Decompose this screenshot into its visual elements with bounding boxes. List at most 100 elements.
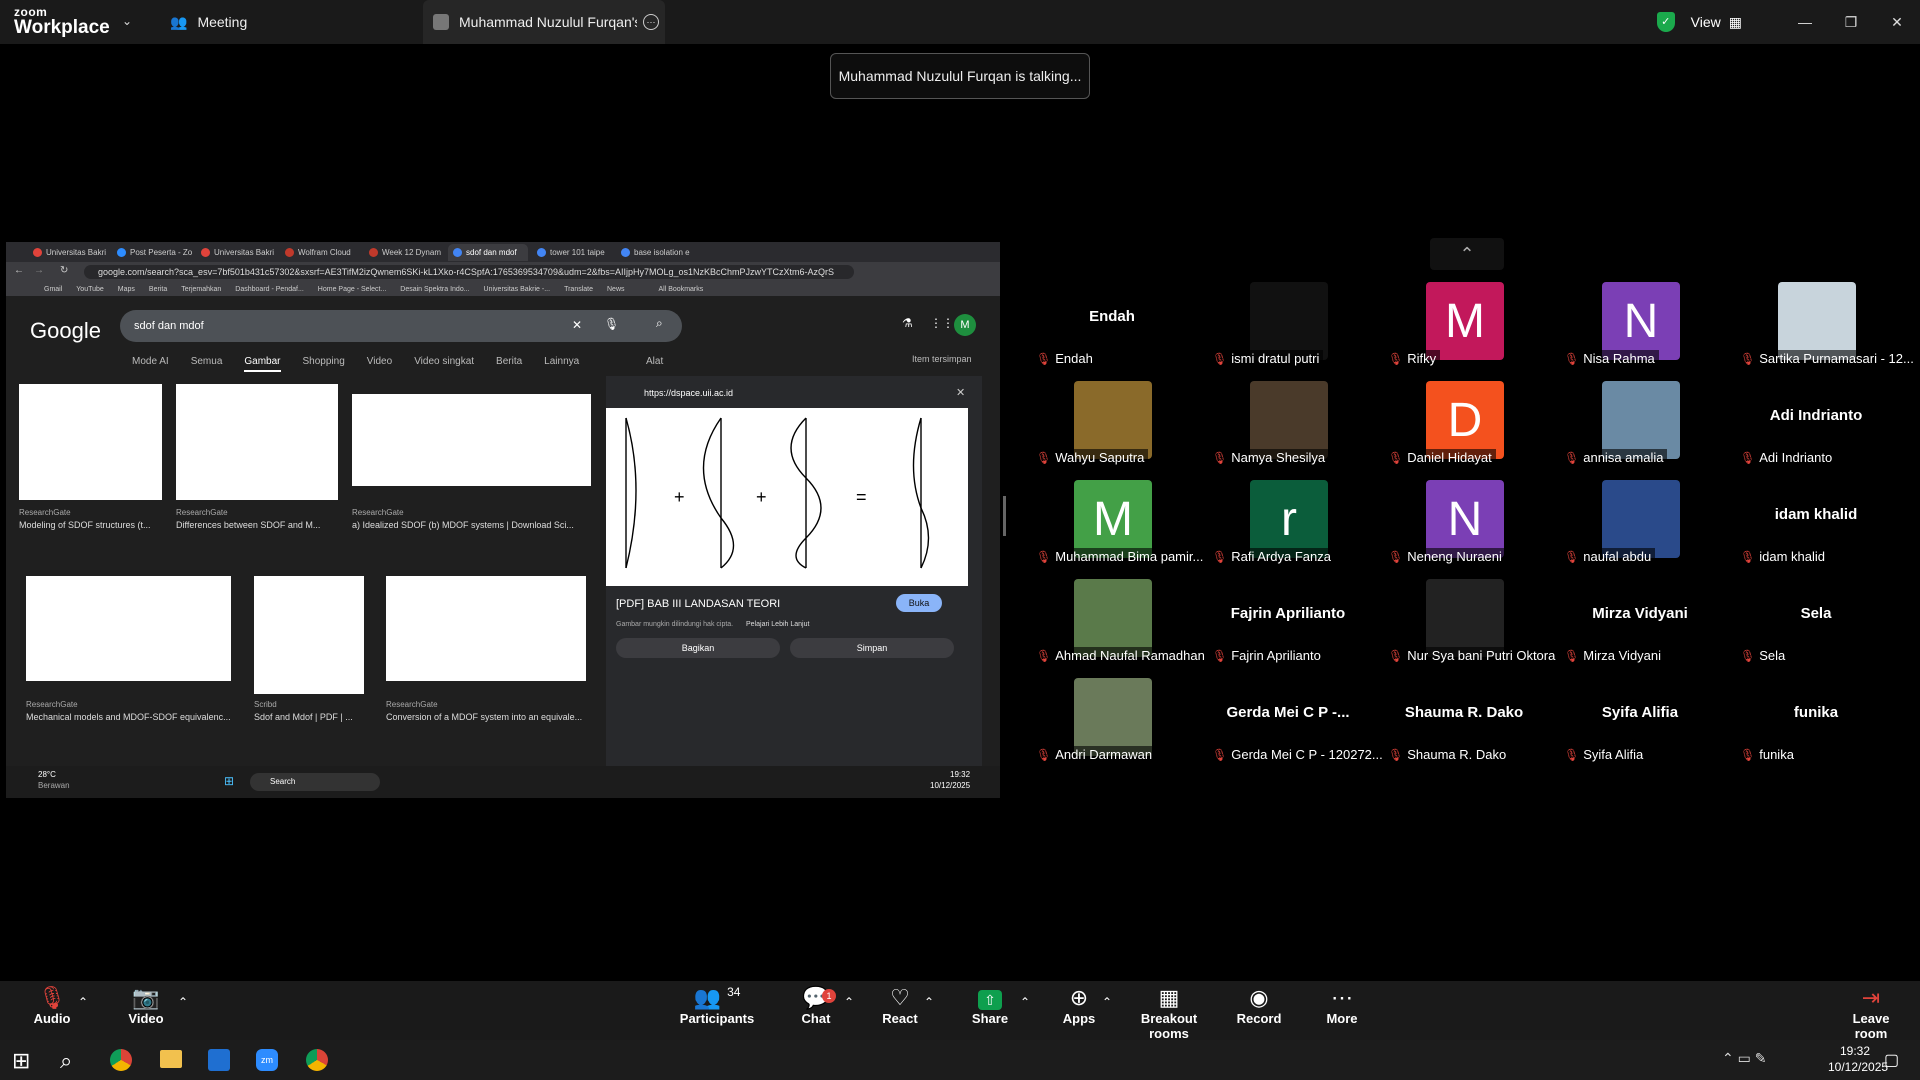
saved-items-link[interactable]: Item tersimpan [912,354,972,364]
browser-tab[interactable]: base isolation e [616,244,696,261]
participant-tile[interactable]: Shauma R. Dako 🎙 Shauma R. Dako [1384,678,1560,774]
bookmark-item[interactable]: All Bookmarks [659,286,704,293]
result-caption[interactable]: Mechanical models and MDOF-SDOF equivale… [26,712,256,722]
chevron-up-icon[interactable]: ⌃ [78,995,88,1009]
chevron-up-icon[interactable]: ⌃ [844,995,854,1009]
result-image[interactable] [254,576,364,694]
apps-grid-icon[interactable]: ⋮⋮ [930,316,954,330]
search-tab[interactable]: Berita [496,356,522,372]
result-source[interactable]: ResearchGate [19,508,71,517]
result-image[interactable] [386,576,586,681]
participant-tile[interactable]: Sela 🎙 Sela [1736,579,1912,675]
result-source[interactable]: ResearchGate [386,700,438,709]
preview-title[interactable]: [PDF] BAB III LANDASAN TEORI [616,598,780,610]
search-icon[interactable]: ⌕ [60,1048,72,1074]
result-source[interactable]: ResearchGate [352,508,404,517]
bookmark-item[interactable]: Berita [149,286,167,293]
system-tray[interactable]: ⌃ ▭ ✎ [1722,1050,1766,1067]
search-tab[interactable]: Video singkat [414,356,474,372]
participant-tile[interactable]: Endah 🎙 Endah [1032,282,1208,378]
participant-tile[interactable]: M 🎙 Muhammad Bima pamir... [1032,480,1208,576]
maximize-button[interactable]: ❐ [1828,14,1874,31]
chevron-up-icon[interactable]: ⌃ [178,995,188,1009]
browser-tab[interactable]: Wolfram Cloud [280,244,360,261]
video-button[interactable]: 📷 Video [124,981,168,1040]
participant-tile[interactable]: 🎙 ismi dratul putri [1208,282,1384,378]
participant-tile[interactable]: Adi Indrianto 🎙 Adi Indrianto [1736,381,1912,477]
back-icon[interactable]: ← [14,265,24,276]
preview-image[interactable]: + + = [606,408,968,586]
result-caption[interactable]: a) Idealized SDOF (b) MDOF systems | Dow… [352,520,582,530]
chrome-icon[interactable] [110,1049,132,1071]
learn-more-link[interactable]: Pelajari Lebih Lanjut [746,621,809,628]
notification-icon[interactable]: ▢ [1884,1050,1899,1070]
browser-tab[interactable]: Week 12 Dynam [364,244,444,261]
search-tab[interactable]: Lainnya [544,356,579,372]
participant-tile[interactable]: Gerda Mei C P -... 🎙 Gerda Mei C P - 12027… [1208,678,1387,774]
participant-tile[interactable]: 🎙 Namya Shesilya [1208,381,1384,477]
chevron-down-icon[interactable]: ⌄ [122,14,132,28]
more-options-icon[interactable]: ··· [643,14,659,30]
browser-tab[interactable]: Universitas Bakri [196,244,276,261]
chevron-up-icon[interactable]: ⌃ [924,995,934,1009]
leave-room-button[interactable]: ⇥ Leave room [1836,981,1906,1041]
open-button[interactable]: Buka [896,594,942,612]
browser-tab[interactable]: sdof dan mdof [448,244,528,261]
labs-icon[interactable]: ⚗ [902,316,913,330]
result-caption[interactable]: Conversion of a MDOF system into an equi… [386,712,616,722]
search-tab[interactable]: Semua [191,356,223,372]
result-image[interactable] [352,394,591,486]
security-shield-icon[interactable]: ✓ [1656,12,1675,32]
chevron-up-icon[interactable]: ⌃ [1102,995,1112,1009]
forward-icon[interactable]: → [34,265,44,276]
result-image[interactable] [19,384,162,500]
scroll-up-button[interactable]: ⌃ [1430,238,1504,270]
participant-tile[interactable]: 🎙 Sartika Purnamasari - 12... [1736,282,1918,378]
tab-meeting[interactable]: 👥 Meeting [170,0,247,44]
more-button[interactable]: ⋯ More [1322,981,1362,1040]
account-avatar[interactable]: M [954,314,976,336]
split-handle[interactable] [1003,496,1006,536]
bookmark-item[interactable]: Desain Spektra Indo... [400,286,469,293]
bookmark-item[interactable]: Universitas Bakrie -... [484,286,551,293]
file-explorer-icon[interactable] [160,1050,182,1068]
bookmark-item[interactable]: Terjemahkan [181,286,221,293]
bookmark-item[interactable]: Translate [564,286,593,293]
search-tab[interactable]: Shopping [303,356,345,372]
browser-tab[interactable]: Post Peserta - Zo [112,244,192,261]
tools-button[interactable]: Alat [646,356,663,367]
taskbar-search[interactable]: Search [250,773,380,791]
reload-icon[interactable]: ↻ [60,265,68,276]
close-icon[interactable]: ✕ [956,386,965,399]
record-button[interactable]: ◉ Record [1234,981,1284,1040]
apps-button[interactable]: ⊕ Apps [1058,981,1100,1040]
participant-tile[interactable]: Mirza Vidyani 🎙 Mirza Vidyani [1560,579,1736,675]
participant-tile[interactable]: 🎙 Andri Darmawan [1032,678,1208,774]
participant-tile[interactable]: Syifa Alifia 🎙 Syifa Alifia [1560,678,1736,774]
audio-button[interactable]: 🎙 Audio [30,981,74,1040]
react-button[interactable]: ♡ React [880,981,920,1040]
bookmark-item[interactable]: News [607,286,625,293]
bookmark-item[interactable]: Home Page - Select... [318,286,386,293]
start-icon[interactable]: ⊞ [224,774,234,788]
close-button[interactable]: ✕ [1874,14,1920,31]
share-button[interactable]: Bagikan [616,638,780,658]
windows-start-icon[interactable]: ⊞ [12,1048,30,1074]
search-input[interactable]: sdof dan mdof [120,310,682,342]
google-logo[interactable]: Google [30,318,101,344]
participant-tile[interactable]: idam khalid 🎙 idam khalid [1736,480,1912,576]
bookmark-item[interactable]: Maps [118,286,135,293]
participant-tile[interactable]: 🎙 naufal abdu [1560,480,1736,576]
result-image[interactable] [176,384,338,500]
result-source[interactable]: ResearchGate [176,508,228,517]
save-button[interactable]: Simpan [790,638,954,658]
search-tab[interactable]: Mode AI [132,356,169,372]
participant-tile[interactable]: N 🎙 Nisa Rahma [1560,282,1736,378]
minimize-button[interactable]: — [1782,14,1828,30]
participant-tile[interactable]: r 🎙 Rafi Ardya Fanza [1208,480,1384,576]
tab-screen-share[interactable]: Muhammad Nuzulul Furqan's scr ··· [423,0,665,44]
breakout-rooms-button[interactable]: ▦ Breakout rooms [1124,981,1214,1041]
participant-tile[interactable]: D 🎙 Daniel Hidayat [1384,381,1560,477]
bookmark-item[interactable]: YouTube [76,286,104,293]
search-tab[interactable]: Video [367,356,392,372]
